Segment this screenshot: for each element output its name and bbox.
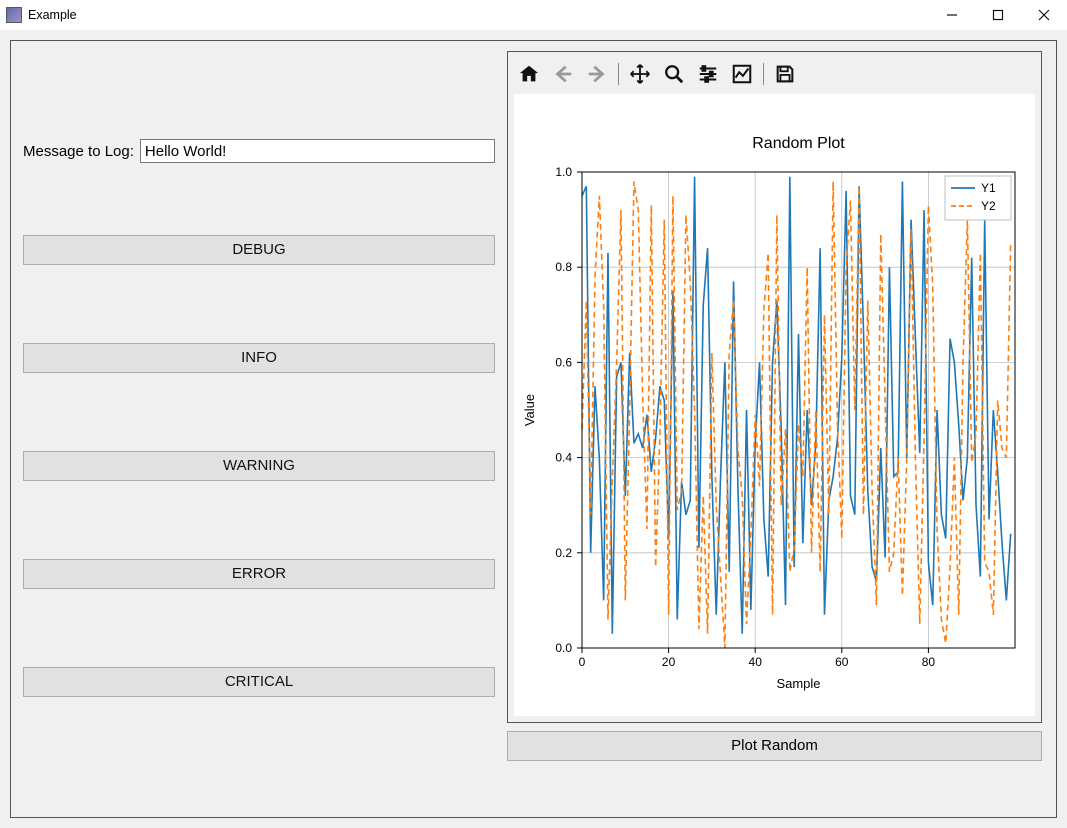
window-title: Example <box>28 8 77 22</box>
window-maximize-button[interactable] <box>975 0 1021 30</box>
client-area: Message to Log: DEBUG INFO WARNING ERROR… <box>0 30 1067 828</box>
info-button[interactable]: INFO <box>23 343 495 373</box>
plot-random-button[interactable]: Plot Random <box>507 731 1042 761</box>
toolbar-separator <box>763 63 764 85</box>
pan-icon[interactable] <box>625 59 655 89</box>
svg-text:Y1: Y1 <box>981 181 996 195</box>
right-column: Random Plot 0 20 40 60 80 0.0 0.2 0.4 0.6 0.8 1.0 Sa… <box>507 51 1042 807</box>
back-icon[interactable] <box>548 59 578 89</box>
svg-text:Sample: Sample <box>776 676 820 691</box>
chart-canvas[interactable]: Random Plot 0 20 40 60 80 0.0 0.2 0.4 0.6 0.8 1.0 Sa… <box>514 94 1035 716</box>
critical-button[interactable]: CRITICAL <box>23 667 495 697</box>
app-icon <box>6 7 22 23</box>
configure-icon[interactable] <box>693 59 723 89</box>
toolbar-separator <box>618 63 619 85</box>
window-minimize-button[interactable] <box>929 0 975 30</box>
svg-text:80: 80 <box>922 655 936 669</box>
left-column: Message to Log: DEBUG INFO WARNING ERROR… <box>23 51 495 807</box>
message-row: Message to Log: <box>23 139 495 163</box>
error-button[interactable]: ERROR <box>23 559 495 589</box>
svg-text:0.8: 0.8 <box>555 260 572 274</box>
svg-text:0: 0 <box>579 655 586 669</box>
plot-frame: Random Plot 0 20 40 60 80 0.0 0.2 0.4 0.6 0.8 1.0 Sa… <box>507 51 1042 723</box>
window-titlebar: Example <box>0 0 1067 30</box>
home-icon[interactable] <box>514 59 544 89</box>
zoom-icon[interactable] <box>659 59 689 89</box>
save-icon[interactable] <box>770 59 800 89</box>
svg-text:Value: Value <box>522 394 537 426</box>
svg-text:Y2: Y2 <box>981 199 996 213</box>
svg-text:0.4: 0.4 <box>555 451 572 465</box>
forward-icon[interactable] <box>582 59 612 89</box>
svg-text:Random Plot: Random Plot <box>752 135 845 152</box>
svg-text:0.6: 0.6 <box>555 355 572 369</box>
svg-text:60: 60 <box>835 655 849 669</box>
svg-text:0.0: 0.0 <box>555 641 572 655</box>
window-close-button[interactable] <box>1021 0 1067 30</box>
svg-text:0.2: 0.2 <box>555 546 572 560</box>
debug-button[interactable]: DEBUG <box>23 235 495 265</box>
edit-icon[interactable] <box>727 59 757 89</box>
warning-button[interactable]: WARNING <box>23 451 495 481</box>
main-groupbox: Message to Log: DEBUG INFO WARNING ERROR… <box>10 40 1057 818</box>
message-input[interactable] <box>140 139 495 163</box>
mpl-toolbar <box>514 58 800 90</box>
svg-text:1.0: 1.0 <box>555 165 572 179</box>
svg-text:20: 20 <box>662 655 676 669</box>
svg-text:40: 40 <box>749 655 763 669</box>
message-label: Message to Log: <box>23 143 134 160</box>
